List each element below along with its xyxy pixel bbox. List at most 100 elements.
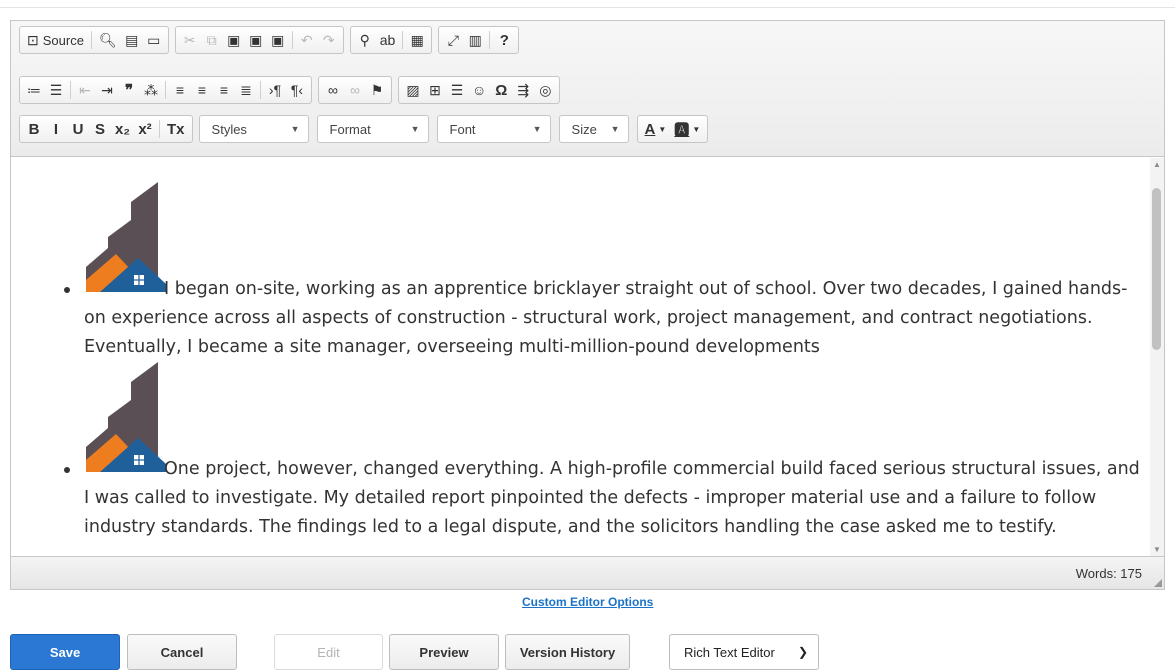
link-button[interactable]: ∞ — [322, 79, 344, 101]
text-direction-rtl-icon: ¶‹ — [290, 82, 304, 98]
outdent-icon: ⇤ — [79, 81, 91, 98]
version-history-button[interactable]: Version History — [505, 634, 630, 670]
remove-format-button[interactable]: Tx — [163, 118, 189, 140]
toolbar-row-1: ⊡ Source 🔍︎ ▤ ▭ ✂ ⧉ ▣ ▣ ▣ ↶ ↷ ⚲ ab ▦ ⤢ ▥? — [19, 25, 525, 55]
special-char-button[interactable]: Ω — [490, 79, 512, 101]
text-color-button[interactable]: A ▼ — [641, 118, 671, 140]
indent-button[interactable]: ⇥ — [96, 79, 118, 101]
list-item: I began on-site, working as an apprentic… — [64, 275, 1144, 362]
underline-button[interactable]: U — [67, 118, 89, 140]
toolbar-separator — [260, 81, 261, 99]
format-combo-label: Format — [329, 121, 371, 137]
bulleted-list-button[interactable]: ☰ — [45, 79, 67, 101]
toolbar-group: A ▼ 🅰 ▼ — [636, 115, 709, 143]
editor-type-select[interactable]: Rich Text Editor ❯ — [669, 634, 819, 670]
blockquote-button[interactable]: ❞ — [118, 79, 140, 101]
superscript-button[interactable]: x² — [134, 118, 156, 140]
show-blocks-button[interactable]: ▥ — [464, 29, 486, 51]
toolbar-separator — [165, 81, 166, 99]
scroll-down-arrow-icon[interactable]: ▼ — [1153, 545, 1161, 554]
cancel-button[interactable]: Cancel — [127, 634, 237, 670]
font-combo[interactable]: Font ▼ — [436, 115, 551, 143]
unlink-button[interactable]: ∞ — [344, 79, 366, 101]
div-icon: ⁂ — [144, 81, 158, 98]
size-combo[interactable]: Size ▼ — [558, 115, 629, 143]
paste-icon: ▣ — [227, 31, 241, 48]
smiley-button[interactable]: ☺ — [468, 79, 490, 101]
text-color-icon: A — [644, 120, 656, 138]
horizontal-line-button[interactable]: ☰ — [446, 79, 468, 101]
justify-button[interactable]: ≣ — [235, 79, 257, 101]
toolbar-separator — [90, 31, 92, 49]
edit-button[interactable]: Edit — [274, 634, 383, 670]
redo-button[interactable]: ↷ — [318, 29, 340, 51]
redo-icon: ↷ — [322, 31, 335, 48]
align-right-button[interactable]: ≡ — [213, 79, 235, 101]
image-button[interactable]: ▨ — [402, 79, 424, 101]
replace-icon: ab — [379, 32, 396, 48]
background-color-icon: 🅰 — [674, 121, 690, 139]
outdent-button[interactable]: ⇤ — [74, 79, 96, 101]
toolbar-separator — [70, 81, 71, 99]
table-icon: ⊞ — [429, 81, 441, 98]
anchor-button[interactable]: ⚑ — [366, 79, 388, 101]
background-color-button[interactable]: 🅰 ▼ — [670, 118, 704, 140]
maximize-button[interactable]: ⤢ — [442, 29, 464, 51]
styles-combo-label: Styles — [211, 121, 247, 137]
strikethrough-button[interactable]: S — [89, 118, 111, 140]
bold-button[interactable]: B — [23, 118, 45, 140]
copy-icon: ⧉ — [206, 31, 217, 48]
page-break-button[interactable]: ⇶ — [512, 79, 534, 101]
preview-button[interactable]: 🔍︎ — [95, 29, 121, 51]
numbered-list-icon: ≔ — [27, 81, 41, 98]
format-combo[interactable]: Format ▼ — [316, 115, 429, 143]
rtl-button[interactable]: ¶‹ — [286, 79, 308, 101]
undo-button[interactable]: ↶ — [296, 29, 318, 51]
table-button[interactable]: ⊞ — [424, 79, 446, 101]
subscript-button[interactable]: x₂ — [111, 118, 134, 140]
ltr-button[interactable]: ›¶ — [264, 79, 286, 101]
help-button[interactable]: ? — [493, 29, 515, 51]
find-button[interactable]: ⚲ — [354, 29, 376, 51]
dropdown-arrow-icon: ▼ — [692, 124, 701, 134]
cut-icon: ✂ — [183, 31, 196, 48]
toolbar-group: B I U Sx₂ x² Tx — [19, 115, 193, 143]
toolbar-row-2: ≔ ☰ ⇤ ⇥ ❞ ⁂ ≡ ≡ ≡ ≣ ›¶ ¶‹ ∞ ∞ ⚑ ▨ ⊞ ☰ ☺ Ω ⇶ ◎ — [19, 75, 566, 105]
source-button[interactable]: ⊡ Source — [23, 29, 88, 51]
iframe-button[interactable]: ◎ — [534, 79, 556, 101]
replace-button[interactable]: ab — [376, 29, 400, 51]
preview-button[interactable]: Preview — [389, 634, 499, 670]
styles-combo[interactable]: Styles ▼ — [198, 115, 309, 143]
chevron-down-icon: ❯ — [797, 645, 808, 659]
select-all-button[interactable]: ▦ — [406, 29, 428, 51]
rich-text-editor: ⊡ Source 🔍︎ ▤ ▭ ✂ ⧉ ▣ ▣ ▣ ↶ ↷ ⚲ ab ▦ ⤢ ▥? ≔ ☰ ⇤ ⇥ ❞ ⁂ ≡ ≡ ≡ ≣ ›¶ ¶‹… — [10, 20, 1165, 590]
anchor-flag-icon: ⚑ — [370, 81, 384, 98]
copy-button[interactable]: ⧉ — [201, 29, 223, 51]
numbered-list-button[interactable]: ≔ — [23, 79, 45, 101]
scroll-up-arrow-icon[interactable]: ▲ — [1153, 160, 1161, 169]
create-div-button[interactable]: ⁂ — [140, 79, 162, 101]
dropdown-arrow-icon: ▼ — [410, 124, 420, 134]
align-left-button[interactable]: ≡ — [169, 79, 191, 101]
custom-editor-options-link[interactable]: Custom Editor Options — [522, 595, 653, 609]
align-center-button[interactable]: ≡ — [191, 79, 213, 101]
font-combo-label: Font — [449, 121, 476, 137]
paste-text-button[interactable]: ▣ — [245, 29, 267, 51]
image-icon: ▨ — [406, 81, 420, 98]
scroll-thumb[interactable] — [1152, 188, 1161, 350]
source-label: Source — [42, 32, 84, 48]
paste-button[interactable]: ▣ — [223, 29, 245, 51]
templates-button[interactable]: ▭ — [143, 29, 165, 51]
paste-word-button[interactable]: ▣ — [267, 29, 289, 51]
resize-handle-icon[interactable] — [1154, 579, 1162, 587]
editor-scrollbar[interactable]: ▲ ▼ — [1150, 158, 1164, 556]
print-button[interactable]: ▤ — [121, 29, 143, 51]
italic-button[interactable]: I — [45, 118, 67, 140]
editor-content-area[interactable]: I began on-site, working as an apprentic… — [11, 158, 1151, 556]
save-button[interactable]: Save — [10, 634, 120, 670]
cut-button[interactable]: ✂ — [179, 29, 201, 51]
toolbar-group: ⤢ ▥? — [438, 26, 520, 54]
editor-toolbar: ⊡ Source 🔍︎ ▤ ▭ ✂ ⧉ ▣ ▣ ▣ ↶ ↷ ⚲ ab ▦ ⤢ ▥? ≔ ☰ ⇤ ⇥ ❞ ⁂ ≡ ≡ ≡ ≣ ›¶ ¶‹… — [11, 21, 1164, 157]
toolbar-group: ∞ ∞ ⚑ — [318, 76, 392, 104]
toolbar-group: ▨ ⊞ ☰ ☺ Ω ⇶ ◎ — [398, 76, 561, 104]
